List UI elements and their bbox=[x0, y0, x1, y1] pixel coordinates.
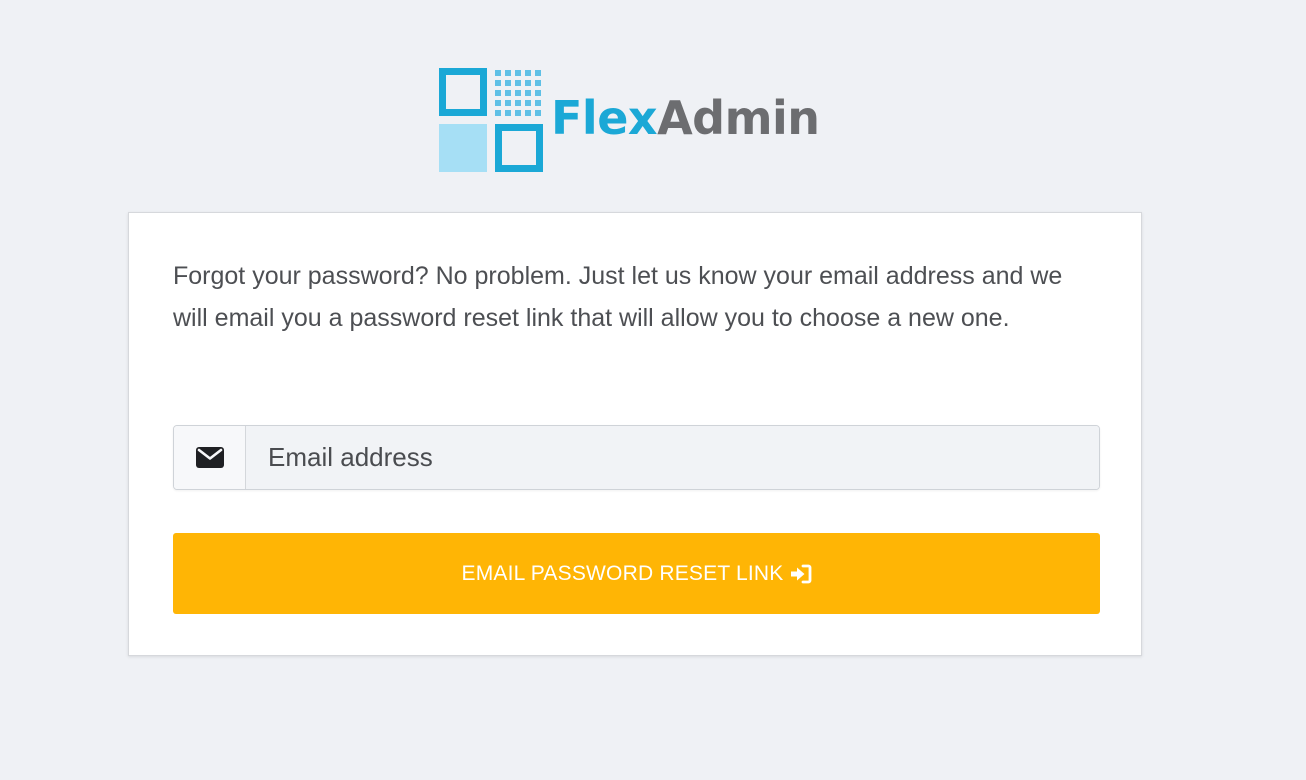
email-reset-link-label: EMAIL PASSWORD RESET LINK bbox=[461, 561, 784, 585]
forgot-password-card: Forgot your password? No problem. Just l… bbox=[128, 212, 1142, 656]
sign-in-icon bbox=[790, 564, 812, 584]
brand-name: FlexAdmin bbox=[551, 90, 820, 146]
email-reset-link-button[interactable]: EMAIL PASSWORD RESET LINK bbox=[173, 533, 1100, 614]
grid-squares-logo-icon bbox=[439, 68, 543, 172]
brand-name-flex: Flex bbox=[551, 91, 658, 145]
intro-text: Forgot your password? No problem. Just l… bbox=[173, 262, 1063, 332]
email-field[interactable] bbox=[246, 426, 1099, 489]
envelope-icon bbox=[195, 447, 224, 468]
brand-logo: FlexAdmin bbox=[439, 68, 839, 172]
brand-name-admin: Admin bbox=[657, 91, 820, 145]
email-addon bbox=[174, 426, 246, 489]
email-input-group bbox=[173, 425, 1100, 490]
